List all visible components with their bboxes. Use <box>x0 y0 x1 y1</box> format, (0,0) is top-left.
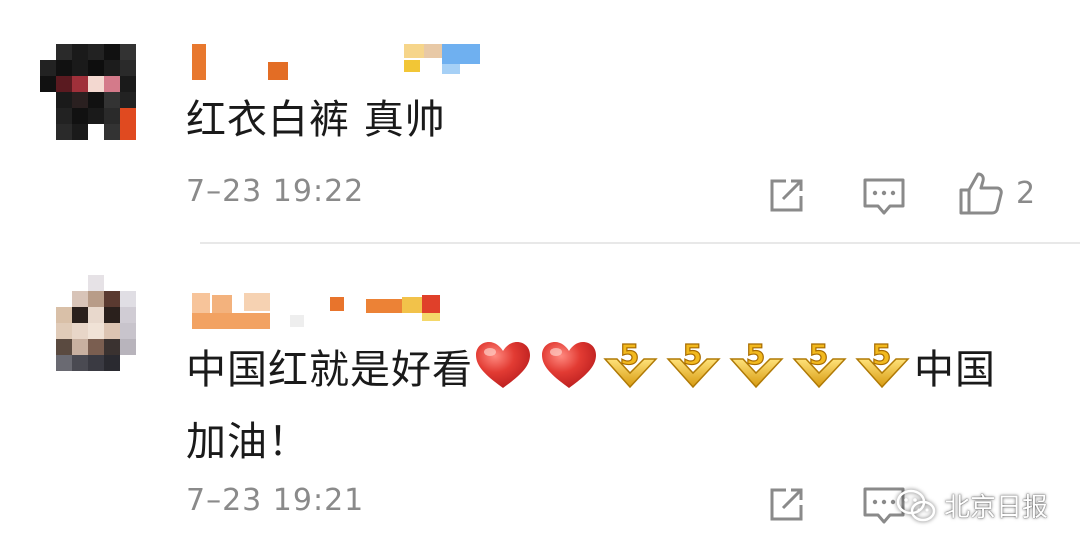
five-emoji-icon: 5 <box>725 337 788 410</box>
username-blurred[interactable] <box>186 42 486 82</box>
comment-item: 红衣白裤 真帅 7–23 19:22 2 <box>0 0 1080 243</box>
timestamp: 7–23 19:21 <box>186 483 365 518</box>
like-button[interactable]: 2 <box>958 170 1035 216</box>
five-emoji-icon: 5 <box>662 337 725 410</box>
svg-text:5: 5 <box>809 338 829 371</box>
share-button[interactable] <box>766 176 806 216</box>
svg-text:5: 5 <box>746 338 766 371</box>
like-count: 2 <box>1016 175 1036 211</box>
watermark: 北京日报 <box>896 487 1048 524</box>
comment-text-part: 中国 <box>914 347 996 393</box>
share-icon <box>770 488 803 521</box>
five-emoji-icon: 5 <box>788 337 851 410</box>
watermark-text: 北京日报 <box>943 493 1048 523</box>
share-icon <box>770 179 803 212</box>
comment-button[interactable] <box>862 176 906 218</box>
comment-text-part: 中国红就是好看 <box>186 347 473 393</box>
heart-emoji-icon <box>539 339 599 410</box>
five-emoji-icon: 5 <box>599 337 662 410</box>
avatar[interactable] <box>40 36 144 140</box>
share-button[interactable] <box>766 485 806 525</box>
username-blurred[interactable] <box>186 289 486 329</box>
svg-text:5: 5 <box>683 338 703 371</box>
like-icon <box>959 172 1003 215</box>
wechat-icon <box>896 489 936 521</box>
five-emoji-icon: 5 <box>851 337 914 410</box>
svg-text:5: 5 <box>872 338 892 371</box>
comment-text: 中国红就是好看 5 5 5 5 5 中国加油！ <box>186 337 1066 474</box>
timestamp: 7–23 19:22 <box>186 174 365 209</box>
comment-text-part: 加油！ <box>186 419 309 465</box>
svg-text:5: 5 <box>620 338 640 371</box>
comment-text: 红衣白裤 真帅 <box>186 97 446 143</box>
heart-emoji-icon <box>473 339 533 410</box>
comment-icon <box>863 178 905 215</box>
avatar[interactable] <box>40 275 144 379</box>
